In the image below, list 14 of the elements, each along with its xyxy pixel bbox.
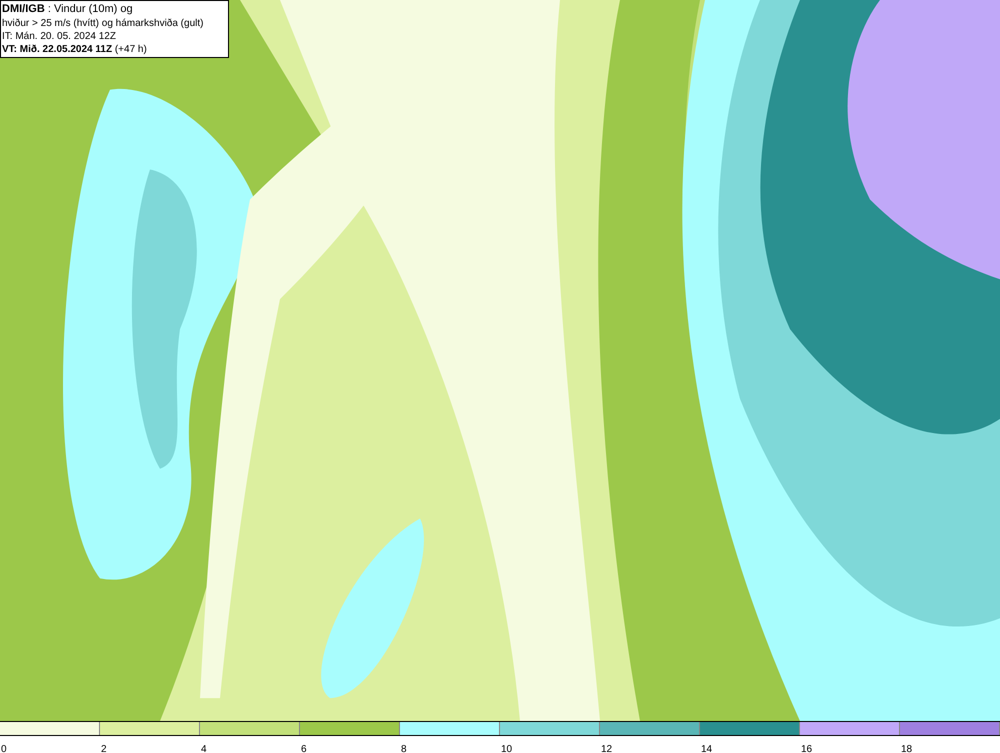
- title-line: IT: Mán. 20. 05. 2024 12Z: [2, 30, 117, 43]
- legend-label: 18: [901, 744, 912, 753]
- legend-label: 16: [801, 744, 812, 753]
- title-line: VT: Mið. 22.05.2024 11Z (+47 h): [2, 43, 148, 56]
- legend-label: 10: [501, 744, 512, 753]
- legend-label: 4: [201, 744, 207, 753]
- legend-label: 0: [1, 744, 7, 753]
- title-line: DMI/IGB : Vindur (10m) og: [2, 2, 134, 17]
- title-line: hviður > 25 m/s (hvítt) og hámarkshviða (gult): [2, 17, 204, 30]
- legend-label: 14: [701, 744, 712, 753]
- legend-label: 2: [101, 744, 107, 753]
- legend-label: 6: [301, 744, 307, 753]
- legend-label: 8: [401, 744, 407, 753]
- legend-label: 12: [601, 744, 612, 753]
